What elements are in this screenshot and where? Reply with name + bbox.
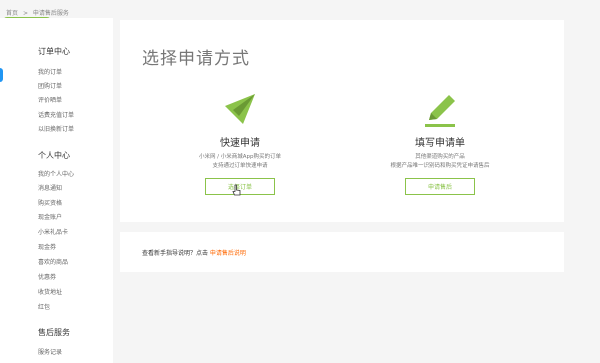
apply-after-sales-button[interactable]: 申请售后 [405,178,475,195]
sidebar-item-personal-center[interactable]: 我的个人中心 [38,169,74,178]
after-sales-guide-link[interactable]: 申请售后说明 [210,250,246,257]
group-title-personal: 个人中心 [38,151,70,160]
option-title: 填写申请单 [415,138,465,149]
sidebar-item-gift-card[interactable]: 小米礼品卡 [38,227,68,236]
group-title-after-sales: 售后服务 [38,328,70,337]
top-bar: 首页 > 申请售后服务 [0,0,600,18]
help-prompt: 查看新手指导说明？点击 [142,250,210,257]
pencil-icon [415,90,465,130]
sidebar-item-reviews[interactable]: 评价晒单 [38,95,62,104]
sidebar-item-cash-account[interactable]: 现金账户 [38,212,62,221]
option-quick-apply: 快速申请 小米网 / 小米商城App购买的订单 支持通过订单快速申请 选择订单 [160,90,320,196]
sidebar-item-service-records[interactable]: 服务记录 [38,347,62,356]
sidebar: 订单中心 我的订单 团购订单 评价晒单 话费充值订单 以旧换新订单 个人中心 我… [0,18,113,363]
paper-plane-icon [215,90,265,130]
sidebar-marker [0,68,3,82]
page-title: 选择申请方式 [142,49,250,69]
breadcrumb-home[interactable]: 首页 [6,10,18,17]
option-description-line1: 小米网 / 小米商城App购买的订单 [198,154,282,160]
sidebar-item-favorites[interactable]: 喜欢的商品 [38,257,68,266]
option-description-line2: 支持通过订单快速申请 [212,163,268,169]
option-description-line2: 根据产品唯一识别码和购买凭证申请售后 [390,163,490,169]
hand-cursor-icon [232,184,241,196]
sidebar-item-cash-coupon[interactable]: 现金券 [38,242,56,251]
sidebar-item-recharge-orders[interactable]: 话费充值订单 [38,110,74,119]
breadcrumb: 首页 > 申请售后服务 [6,8,72,17]
sidebar-item-red-packets[interactable]: 红包 [38,302,50,311]
help-card: 查看新手指导说明？点击 申请售后说明 [120,232,564,272]
apply-method-card: 选择申请方式 快速申请 小米网 / 小米商城App购买的订单 支持通过订单快速申… [120,20,564,222]
breadcrumb-separator: > [22,10,28,17]
help-text: 查看新手指导说明？点击 申请售后说明 [142,248,246,257]
option-title: 快速申请 [220,138,260,149]
option-description-line1: 其他渠道购买的产品 [415,154,465,160]
group-title-orders: 订单中心 [38,47,70,56]
sidebar-item-notifications[interactable]: 消息通知 [38,183,62,192]
breadcrumb-current: 申请售后服务 [32,10,69,17]
sidebar-item-group-orders[interactable]: 团购订单 [38,81,62,90]
sidebar-item-addresses[interactable]: 收货地址 [38,287,62,296]
sidebar-item-trade-in-orders[interactable]: 以旧换新订单 [38,124,74,133]
sidebar-item-purchase-eligibility[interactable]: 购买资格 [38,198,62,207]
sidebar-item-coupons[interactable]: 优惠券 [38,272,56,281]
option-fill-form: 填写申请单 其他渠道购买的产品 根据产品唯一识别码和购买凭证申请售后 申请售后 [360,90,520,195]
select-order-button[interactable]: 选择订单 [205,178,275,196]
sidebar-item-my-orders[interactable]: 我的订单 [38,67,62,76]
